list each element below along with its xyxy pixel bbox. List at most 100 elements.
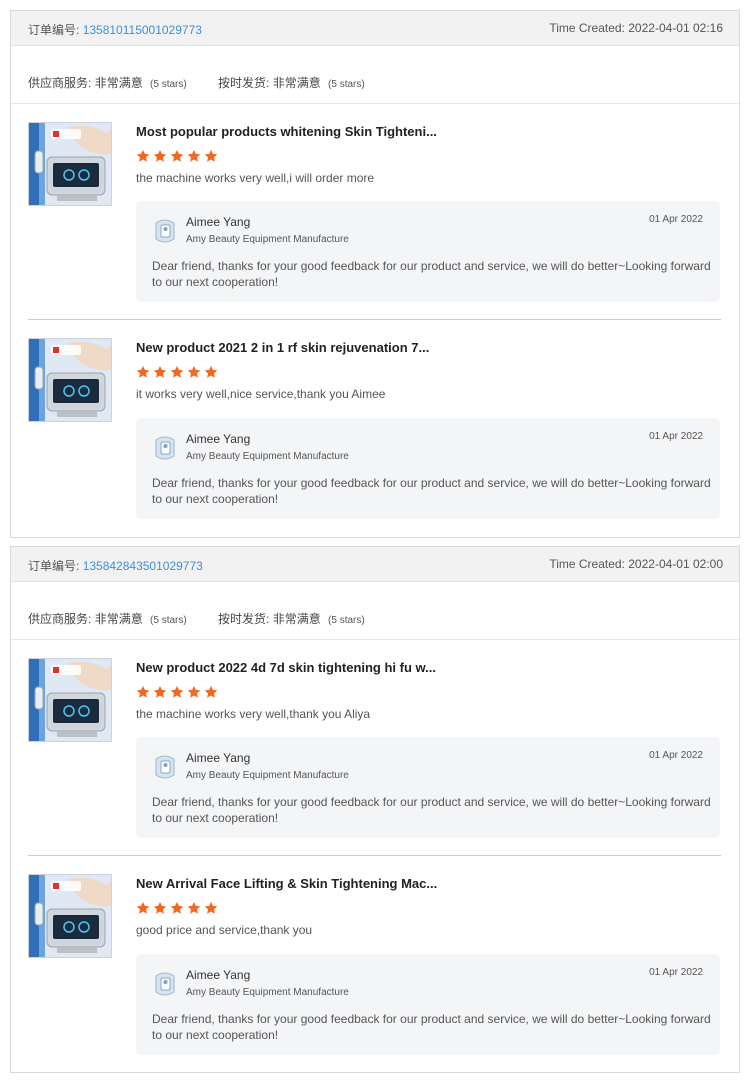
order-card: 订单编号: 135810115001029773 Time Created: 2… [10, 10, 740, 538]
star-icon [136, 365, 150, 378]
star-rating [136, 365, 721, 381]
supplier-service-value: 非常满意 [94, 612, 143, 626]
supplier-reply: Aimee Yang Amy Beauty Equipment Manufact… [136, 954, 720, 1055]
time-created-label: Time Created: [549, 21, 625, 35]
on-time-shipping-rating: 按时发货: 非常满意 (5 stars) [218, 610, 365, 627]
supplier-service-label: 供应商服务: [28, 612, 92, 626]
product-title-link[interactable]: New Arrival Face Lifting & Skin Tighteni… [136, 876, 721, 892]
review-text: the machine works very well,thank you Al… [136, 707, 371, 721]
order-header: 订单编号: 135842843501029773 Time Created: 2… [11, 547, 739, 582]
reply-company: Amy Beauty Equipment Manufacture [186, 234, 349, 245]
star-rating [136, 901, 721, 917]
review-body: New product 2022 4d 7d skin tightening h… [136, 658, 721, 721]
order-number-link[interactable]: 135810115001029773 [83, 23, 202, 37]
review-divider [28, 855, 721, 856]
order-time-created: Time Created: 2022-04-01 02:00 [549, 557, 723, 571]
supplier-service-rating: 供应商服务: 非常满意 (5 stars) [28, 74, 187, 91]
star-icon [170, 685, 184, 698]
reply-author-name: Aimee Yang [186, 968, 251, 982]
star-icon [153, 901, 167, 914]
on-time-shipping-rating: 按时发货: 非常满意 (5 stars) [218, 74, 365, 91]
reply-message: Dear friend, thanks for your good feedba… [152, 476, 711, 506]
reply-date: 01 Apr 2022 [649, 431, 703, 442]
star-icon [153, 365, 167, 378]
order-card: 订单编号: 135842843501029773 Time Created: 2… [10, 546, 740, 1073]
reply-company: Amy Beauty Equipment Manufacture [186, 451, 349, 462]
time-created-value: 2022-04-01 02:16 [628, 21, 723, 35]
review-text: good price and service,thank you [136, 923, 313, 937]
star-rating [136, 685, 721, 701]
order-number-label: 订单编号: [28, 559, 80, 573]
supplier-service-rating: 供应商服务: 非常满意 (5 stars) [28, 610, 187, 627]
review-body: New product 2021 2 in 1 rf skin rejuvena… [136, 338, 721, 401]
supplier-reply: Aimee Yang Amy Beauty Equipment Manufact… [136, 201, 720, 302]
supplier-service-stars: (5 stars) [150, 79, 187, 90]
review-text: it works very well,nice service,thank yo… [136, 387, 386, 401]
on-time-shipping-label: 按时发货: [218, 76, 270, 90]
review-text: the machine works very well,i will order… [136, 171, 375, 185]
star-icon [187, 901, 201, 914]
reply-date: 01 Apr 2022 [649, 750, 703, 761]
supplier-service-label: 供应商服务: [28, 76, 92, 90]
product-title-link[interactable]: New product 2022 4d 7d skin tightening h… [136, 660, 721, 676]
star-icon [136, 685, 150, 698]
order-number-link[interactable]: 135842843501029773 [83, 559, 203, 573]
order-ratings: 供应商服务: 非常满意 (5 stars) 按时发货: 非常满意 (5 star… [11, 582, 739, 640]
reply-author-name: Aimee Yang [186, 215, 251, 229]
time-created-value: 2022-04-01 02:00 [628, 557, 723, 571]
supplier-avatar-icon [152, 970, 178, 998]
review-divider [28, 319, 721, 320]
product-title-link[interactable]: Most popular products whitening Skin Tig… [136, 124, 721, 140]
star-icon [136, 901, 150, 914]
supplier-avatar-icon [152, 434, 178, 462]
order-time-created: Time Created: 2022-04-01 02:16 [549, 21, 723, 35]
review-body: Most popular products whitening Skin Tig… [136, 122, 721, 185]
order-ratings: 供应商服务: 非常满意 (5 stars) 按时发货: 非常满意 (5 star… [11, 46, 739, 104]
reply-message: Dear friend, thanks for your good feedba… [152, 259, 711, 289]
product-thumbnail[interactable] [28, 122, 112, 206]
star-icon [153, 685, 167, 698]
order-number-label: 订单编号: [28, 23, 80, 37]
supplier-avatar-icon [152, 217, 178, 245]
star-icon [204, 901, 218, 914]
supplier-service-value: 非常满意 [94, 76, 143, 90]
star-icon [204, 365, 218, 378]
reply-message: Dear friend, thanks for your good feedba… [152, 795, 711, 825]
star-icon [187, 685, 201, 698]
on-time-shipping-value: 非常满意 [272, 76, 321, 90]
star-icon [204, 685, 218, 698]
order-header: 订单编号: 135810115001029773 Time Created: 2… [11, 11, 739, 46]
product-title-link[interactable]: New product 2021 2 in 1 rf skin rejuvena… [136, 340, 721, 356]
order-number: 订单编号: 135842843501029773 [28, 557, 203, 574]
on-time-shipping-stars: (5 stars) [328, 615, 365, 626]
star-icon [136, 149, 150, 162]
product-thumbnail[interactable] [28, 874, 112, 958]
star-icon [187, 149, 201, 162]
order-number: 订单编号: 135810115001029773 [28, 21, 202, 38]
supplier-reply: Aimee Yang Amy Beauty Equipment Manufact… [136, 737, 720, 838]
reply-date: 01 Apr 2022 [649, 214, 703, 225]
reply-company: Amy Beauty Equipment Manufacture [186, 770, 349, 781]
product-thumbnail[interactable] [28, 338, 112, 422]
on-time-shipping-stars: (5 stars) [328, 79, 365, 90]
star-icon [187, 365, 201, 378]
reply-message: Dear friend, thanks for your good feedba… [152, 1012, 711, 1042]
review-body: New Arrival Face Lifting & Skin Tighteni… [136, 874, 721, 937]
star-icon [204, 149, 218, 162]
time-created-label: Time Created: [549, 557, 625, 571]
supplier-reply: Aimee Yang Amy Beauty Equipment Manufact… [136, 418, 720, 519]
supplier-service-stars: (5 stars) [150, 615, 187, 626]
product-thumbnail[interactable] [28, 658, 112, 742]
star-icon [170, 149, 184, 162]
on-time-shipping-label: 按时发货: [218, 612, 270, 626]
reply-company: Amy Beauty Equipment Manufacture [186, 987, 349, 998]
star-icon [170, 901, 184, 914]
reply-date: 01 Apr 2022 [649, 967, 703, 978]
reply-author-name: Aimee Yang [186, 432, 251, 446]
supplier-avatar-icon [152, 753, 178, 781]
star-icon [170, 365, 184, 378]
star-icon [153, 149, 167, 162]
star-rating [136, 149, 721, 165]
on-time-shipping-value: 非常满意 [272, 612, 321, 626]
reply-author-name: Aimee Yang [186, 751, 251, 765]
